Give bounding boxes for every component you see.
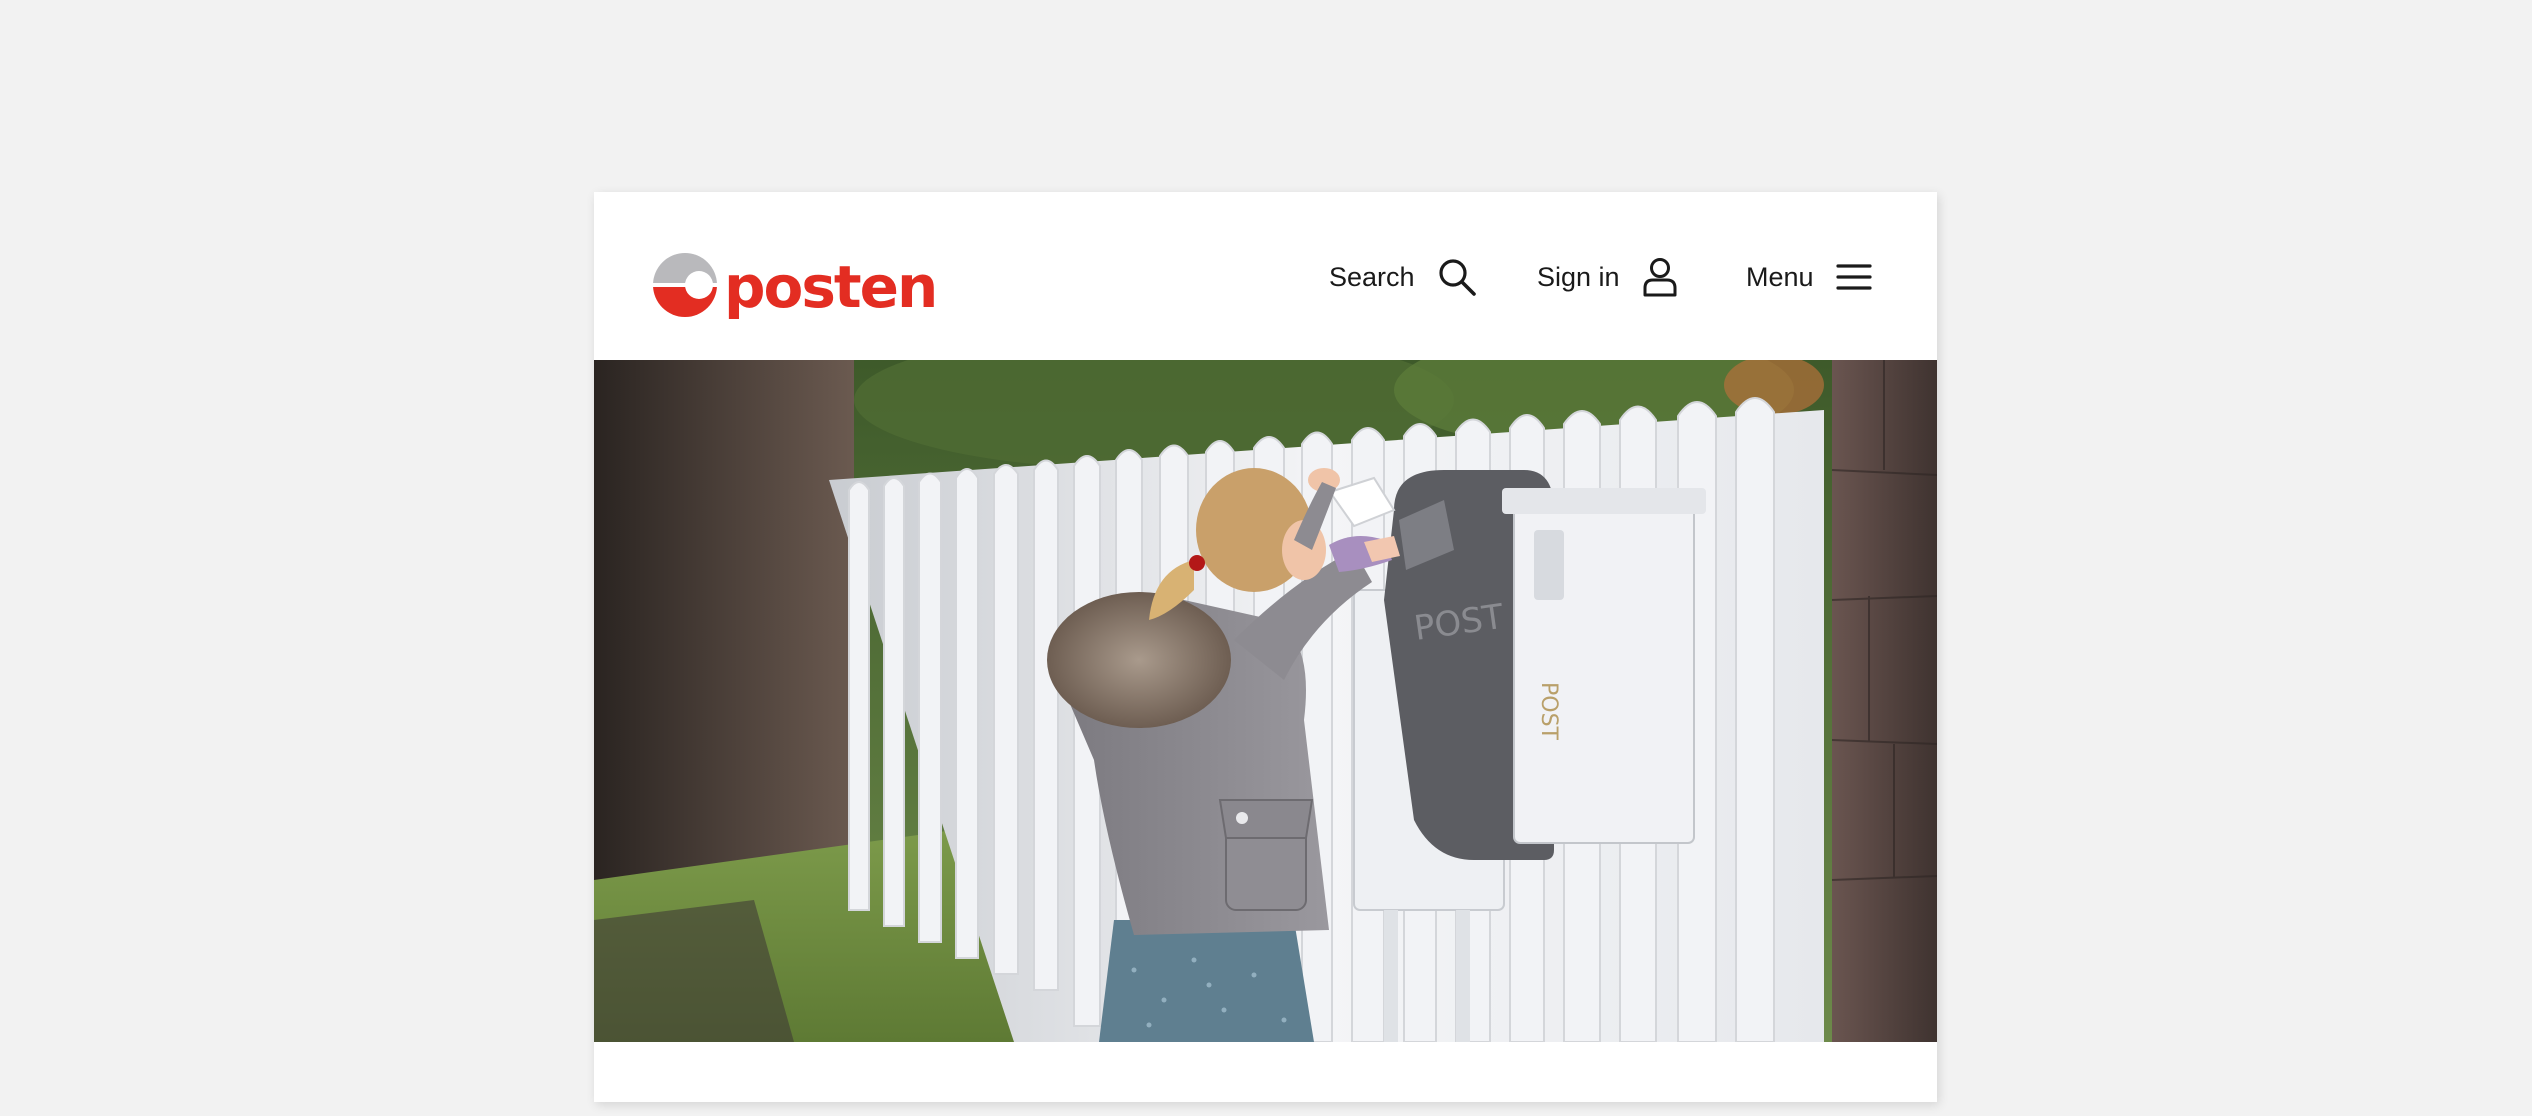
hamburger-menu-icon: [1835, 261, 1872, 293]
search-button[interactable]: Search: [1329, 252, 1477, 302]
posten-logo[interactable]: posten: [652, 238, 938, 321]
sign-in-label: Sign in: [1537, 261, 1620, 292]
logo-text: posten: [724, 253, 938, 321]
search-label: Search: [1329, 261, 1415, 292]
svg-text:POST: POST: [1536, 682, 1561, 741]
menu-label: Menu: [1746, 261, 1814, 292]
search-icon: [1437, 257, 1477, 297]
menu-button[interactable]: Menu: [1746, 252, 1872, 302]
hero-image: POST POST: [594, 360, 1937, 1042]
posten-logo-icon: [653, 253, 717, 317]
sign-in-button[interactable]: Sign in: [1537, 252, 1678, 302]
site-header: posten Search Sign in Menu: [594, 192, 1937, 360]
hero-photo-girl-mailbox: POST POST: [594, 360, 1937, 1042]
page-card: posten Search Sign in Menu POST POST: [594, 192, 1937, 1102]
user-icon: [1642, 257, 1678, 297]
